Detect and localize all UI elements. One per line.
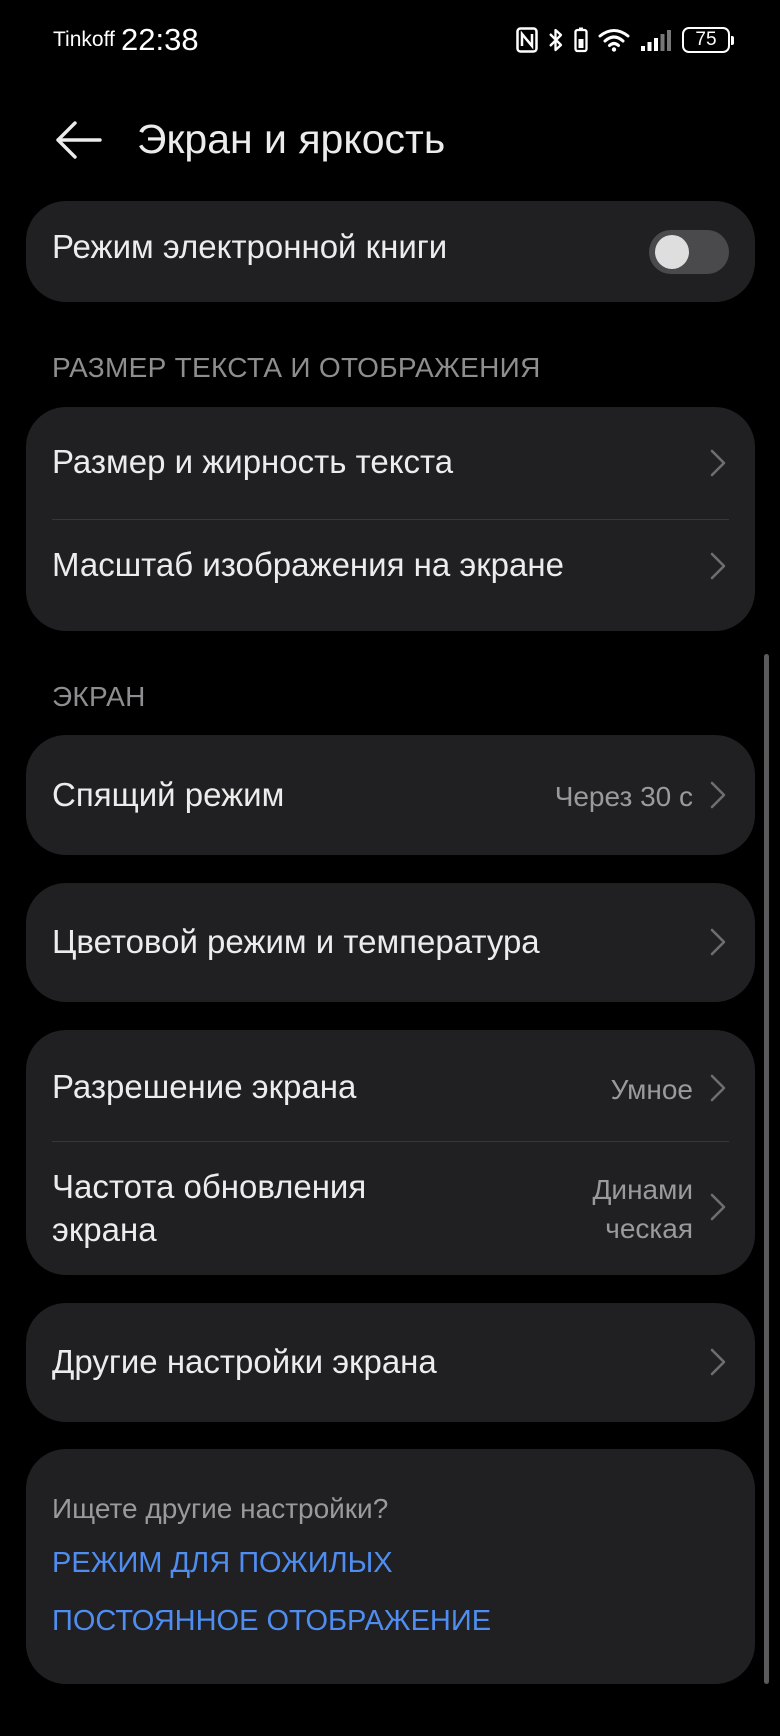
ebook-mode-label: Режим электронной книги: [52, 228, 448, 265]
other-settings-card: Другие настройки экрана: [26, 1303, 755, 1422]
sleep-mode-value: Через 30 с: [554, 781, 693, 812]
sleep-card: Спящий режим Через 30 с: [26, 735, 755, 855]
vibrate-icon: [574, 27, 588, 53]
refresh-rate-value-line1: Динами: [592, 1174, 693, 1205]
chevron-right-icon: [710, 449, 726, 477]
refresh-rate-label-line2: экрана: [52, 1210, 157, 1248]
section-title-text-display: РАЗМЕР ТЕКСТА И ОТОБРАЖЕНИЯ: [52, 352, 541, 383]
signal-icon: [640, 28, 672, 52]
ebook-mode-card: Режим электронной книги: [26, 201, 755, 302]
bluetooth-icon: [548, 27, 564, 53]
sleep-mode-item[interactable]: Спящий режим Через 30 с: [26, 735, 755, 855]
hint-text: Ищете другие настройки?: [52, 1493, 389, 1524]
display-scale-label: Масштаб изображения на экране: [52, 546, 564, 583]
text-size-label: Размер и жирность текста: [52, 443, 454, 480]
color-card: Цветовой режим и температура: [26, 883, 755, 1002]
chevron-right-icon: [710, 552, 726, 580]
resolution-value: Умное: [610, 1074, 693, 1105]
back-button[interactable]: [50, 116, 106, 164]
chevron-right-icon: [710, 1348, 726, 1376]
resolution-label: Разрешение экрана: [52, 1068, 357, 1105]
refresh-rate-value: Динами ческая: [592, 1170, 693, 1248]
other-settings-hint-card: Ищете другие настройки? РЕЖИМ ДЛЯ ПОЖИЛЫ…: [26, 1449, 755, 1684]
chevron-right-icon: [710, 781, 726, 809]
status-time: 22:38: [121, 22, 199, 57]
page-title: Экран и яркость: [137, 116, 446, 162]
header: Экран и яркость: [0, 100, 780, 180]
refresh-rate-label: Частота обновления экрана: [52, 1166, 366, 1252]
refresh-rate-item[interactable]: Частота обновления экрана Динами ческая: [26, 1142, 755, 1275]
resolution-refresh-card: Разрешение экрана Умное Частота обновлен…: [26, 1030, 755, 1275]
other-settings-label: Другие настройки экрана: [52, 1343, 437, 1380]
refresh-rate-value-line2: ческая: [605, 1213, 693, 1245]
ebook-mode-toggle[interactable]: [649, 230, 729, 274]
resolution-item[interactable]: Разрешение экрана Умное: [26, 1030, 755, 1141]
arrow-left-icon: [56, 121, 102, 159]
text-size-item[interactable]: Размер и жирность текста: [26, 407, 755, 519]
chevron-right-icon: [710, 928, 726, 956]
display-scale-item[interactable]: Масштаб изображения на экране: [26, 520, 755, 631]
refresh-rate-label-line1: Частота обновления: [52, 1168, 367, 1205]
color-mode-item[interactable]: Цветовой режим и температура: [26, 883, 755, 1002]
always-on-display-link[interactable]: ПОСТОЯННОЕ ОТОБРАЖЕНИЕ: [52, 1605, 491, 1638]
color-mode-label: Цветовой режим и температура: [52, 923, 540, 960]
sleep-mode-label: Спящий режим: [52, 776, 285, 813]
elderly-mode-link[interactable]: РЕЖИМ ДЛЯ ПОЖИЛЫХ: [52, 1547, 393, 1580]
chevron-right-icon: [710, 1074, 726, 1102]
scrollbar[interactable]: [764, 654, 769, 1684]
status-bar: Tinkoff 22:38 75: [0, 0, 780, 80]
other-settings-item[interactable]: Другие настройки экрана: [26, 1303, 755, 1422]
battery-icon: 75: [682, 27, 734, 53]
toggle-knob: [655, 235, 689, 269]
battery-level: 75: [695, 29, 717, 50]
nfc-icon: [516, 27, 538, 53]
carrier-name: Tinkoff: [53, 28, 115, 51]
text-display-card: Размер и жирность текста Масштаб изображ…: [26, 407, 755, 631]
status-icons: 75: [516, 24, 734, 56]
section-title-screen: ЭКРАН: [52, 681, 146, 712]
chevron-right-icon: [710, 1193, 726, 1221]
wifi-icon: [598, 28, 630, 52]
